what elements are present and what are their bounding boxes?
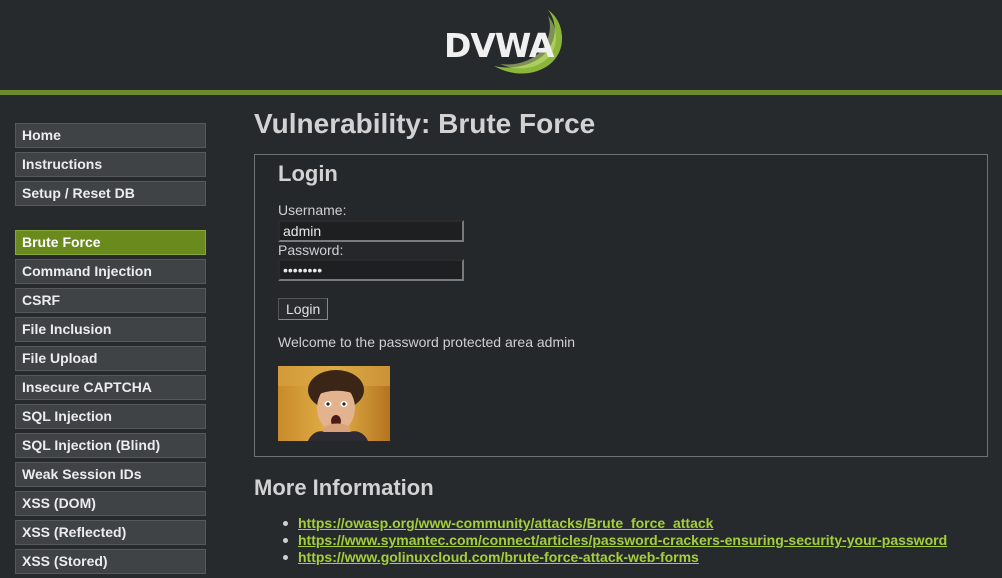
more-information-heading: More Information [254, 475, 434, 500]
bullet-icon [283, 538, 288, 543]
sidebar-item-file-inclusion[interactable]: File Inclusion [15, 317, 206, 342]
login-form-panel: Login Username: Password: •••••••• Login… [254, 154, 988, 457]
login-button[interactable]: Login [278, 298, 329, 320]
list-item: https://www.golinuxcloud.com/brute-force… [280, 549, 947, 566]
user-photo-icon [278, 366, 390, 441]
password-input[interactable]: •••••••• [278, 259, 464, 281]
password-label: Password: [278, 242, 344, 258]
sidebar-item-xss-stored[interactable]: XSS (Stored) [15, 549, 206, 574]
link-symantec-password-crackers[interactable]: https://www.symantec.com/connect/article… [298, 532, 947, 548]
link-golinuxcloud-brute-force[interactable]: https://www.golinuxcloud.com/brute-force… [298, 549, 699, 565]
sidebar-item-sql-injection[interactable]: SQL Injection [15, 404, 206, 429]
sidebar-item-instructions[interactable]: Instructions [15, 152, 206, 177]
sidebar-item-command-injection[interactable]: Command Injection [15, 259, 206, 284]
sidebar-item-xss-reflected[interactable]: XSS (Reflected) [15, 520, 206, 545]
more-information-links: https://owasp.org/www-community/attacks/… [280, 515, 947, 566]
bullet-icon [283, 555, 288, 560]
sidebar-menu: Home Instructions Setup / Reset DB Brute… [15, 123, 206, 578]
username-label: Username: [278, 202, 347, 218]
page-title: Vulnerability: Brute Force [254, 108, 596, 139]
sidebar-item-csrf[interactable]: CSRF [15, 288, 206, 313]
sidebar-item-brute-force[interactable]: Brute Force [15, 230, 206, 255]
logo-text: DVWA [444, 26, 554, 65]
link-owasp-brute-force[interactable]: https://owasp.org/www-community/attacks/… [298, 515, 713, 531]
login-heading: Login [278, 161, 338, 186]
sidebar-item-file-upload[interactable]: File Upload [15, 346, 206, 371]
sidebar-item-xss-dom[interactable]: XSS (DOM) [15, 491, 206, 516]
username-input[interactable] [278, 220, 464, 242]
list-item: https://www.symantec.com/connect/article… [280, 532, 947, 549]
header-accent-bar [0, 90, 1002, 95]
welcome-message: Welcome to the password protected area a… [278, 334, 576, 350]
sidebar-item-sql-injection-blind[interactable]: SQL Injection (Blind) [15, 433, 206, 458]
sidebar-item-insecure-captcha[interactable]: Insecure CAPTCHA [15, 375, 206, 400]
dvwa-logo[interactable]: DVWA [430, 6, 580, 84]
sidebar-item-home[interactable]: Home [15, 123, 206, 148]
sidebar-item-setup-reset-db[interactable]: Setup / Reset DB [15, 181, 206, 206]
bullet-icon [283, 521, 288, 526]
page-header: DVWA [0, 0, 1002, 90]
list-item: https://owasp.org/www-community/attacks/… [280, 515, 947, 532]
sidebar-item-weak-session-ids[interactable]: Weak Session IDs [15, 462, 206, 487]
